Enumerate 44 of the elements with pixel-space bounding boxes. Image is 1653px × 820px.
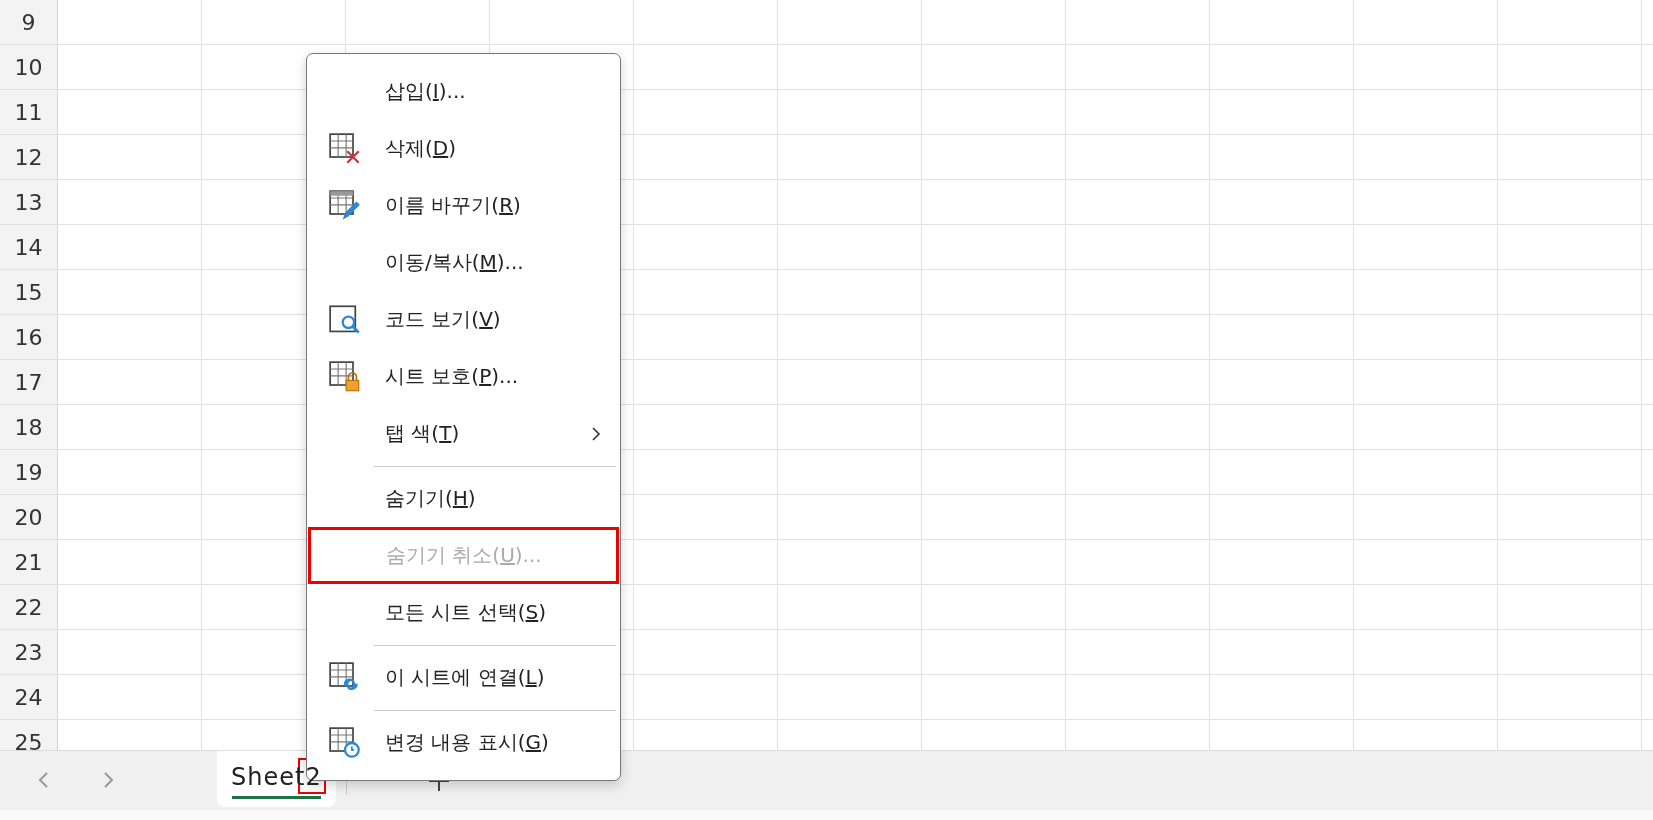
- menu-item-label: 이 시트에 연결(L): [385, 664, 545, 691]
- row-header[interactable]: 22: [0, 585, 58, 629]
- menu-item-label: 이름 바꾸기(R): [385, 192, 521, 219]
- row-header[interactable]: 19: [0, 450, 58, 494]
- menu-item-label: 삭제(D): [385, 135, 457, 162]
- row-header[interactable]: 14: [0, 225, 58, 269]
- menu-item-label: 모든 시트 선택(S): [385, 599, 547, 626]
- menu-item-label: 이동/복사(M)...: [385, 249, 524, 276]
- menu-item-label: 숨기기(H): [385, 485, 476, 512]
- row-header[interactable]: 25: [0, 720, 58, 750]
- menu-item[interactable]: 이름 바꾸기(R): [307, 177, 620, 234]
- menu-item-label: 삽입(I)...: [385, 78, 466, 105]
- menu-item[interactable]: 이동/복사(M)...: [307, 234, 620, 291]
- delete-sheet-icon: [329, 132, 361, 165]
- row-header[interactable]: 12: [0, 135, 58, 179]
- row-header[interactable]: 18: [0, 405, 58, 449]
- lock-sheet-icon: [329, 360, 361, 393]
- row-header[interactable]: 17: [0, 360, 58, 404]
- view-code-icon: [329, 303, 361, 336]
- row-header[interactable]: 23: [0, 630, 58, 674]
- row-header[interactable]: 20: [0, 495, 58, 539]
- row-header[interactable]: 13: [0, 180, 58, 224]
- menu-item[interactable]: 코드 보기(V): [307, 291, 620, 348]
- rename-sheet-icon: [329, 189, 361, 222]
- row-header[interactable]: 10: [0, 45, 58, 89]
- menu-item-label: 숨기기 취소(U)...: [386, 542, 542, 569]
- row-header[interactable]: 15: [0, 270, 58, 314]
- menu-item-label: 시트 보호(P)...: [385, 363, 519, 390]
- menu-item-label: 탭 색(T): [385, 420, 460, 447]
- row-header[interactable]: 9: [0, 0, 58, 44]
- row-header[interactable]: 21: [0, 540, 58, 584]
- menu-item-label: 변경 내용 표시(G): [385, 729, 549, 756]
- menu-item[interactable]: 삭제(D): [307, 120, 620, 177]
- row-header[interactable]: 24: [0, 675, 58, 719]
- history-sheet-icon: [329, 726, 361, 759]
- menu-item[interactable]: 삽입(I)...: [307, 63, 620, 120]
- menu-item[interactable]: 시트 보호(P)...: [307, 348, 620, 405]
- row-header[interactable]: 16: [0, 315, 58, 359]
- row-header[interactable]: 11: [0, 90, 58, 134]
- menu-item[interactable]: 모든 시트 선택(S): [307, 584, 620, 641]
- menu-item[interactable]: 이 시트에 연결(L): [307, 649, 620, 706]
- menu-item[interactable]: 탭 색(T): [307, 405, 620, 462]
- menu-item-label: 코드 보기(V): [385, 306, 501, 333]
- menu-item[interactable]: 숨기기(H): [307, 470, 620, 527]
